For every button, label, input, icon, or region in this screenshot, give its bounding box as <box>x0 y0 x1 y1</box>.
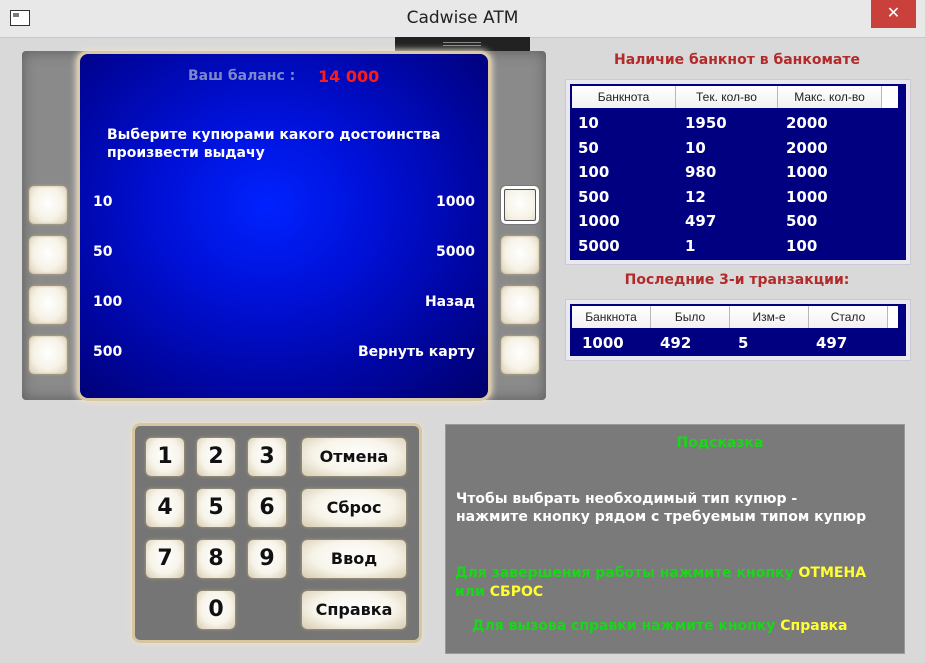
hint-highlight: ОТМЕНА <box>798 565 867 581</box>
side-button-right-2[interactable] <box>501 236 539 274</box>
table-cell: 50 <box>578 139 599 157</box>
side-button-right-4[interactable] <box>501 336 539 374</box>
transactions-table-header: Банкнота Было Изм-е Стало <box>572 306 898 328</box>
table-cell: 2000 <box>786 114 828 132</box>
table-cell: 1000 <box>786 163 828 181</box>
balance-label: Ваш баланс : <box>188 68 296 84</box>
table-cell: 497 <box>816 334 848 352</box>
hint-highlight: СБРОС <box>489 584 544 600</box>
hint-title: Подсказка <box>676 435 764 451</box>
option-1000: 1000 <box>436 194 475 210</box>
table-cell: 100 <box>578 163 610 181</box>
option-return-card: Вернуть карту <box>357 344 475 360</box>
option-100: 100 <box>93 294 123 310</box>
hint-line: нажмите кнопку рядом с требуемым типом к… <box>456 509 867 525</box>
side-button-left-2[interactable] <box>29 236 67 274</box>
table-cell: 500 <box>578 188 610 206</box>
screen-prompt: Выберите купюрами какого достоинства про… <box>107 126 477 162</box>
table-row: 1000 492 5 497 <box>570 334 886 352</box>
table-cell: 2000 <box>786 139 828 157</box>
option-back: Назад <box>424 294 475 310</box>
table-row: 5000 1 100 <box>570 237 881 255</box>
side-button-left-1[interactable] <box>29 186 67 224</box>
table-row: 100 980 1000 <box>570 163 881 181</box>
option-500: 500 <box>93 344 123 360</box>
help-button[interactable]: Справка <box>302 591 406 629</box>
keypad: 1 2 3 4 5 6 7 8 9 0 Отмена Сброс Ввод Сп… <box>135 426 419 640</box>
key-0[interactable]: 0 <box>197 591 235 629</box>
option-50: 50 <box>93 244 113 260</box>
hint-text: или <box>455 584 490 600</box>
side-button-left-4[interactable] <box>29 336 67 374</box>
stock-table-header: Банкнота Тек. кол-во Макс. кол-во <box>572 86 898 108</box>
cancel-button[interactable]: Отмена <box>302 438 406 476</box>
table-cell: 492 <box>660 334 692 352</box>
column-header: Изм-е <box>730 306 809 328</box>
hint-text: Для завершения работы нажмите кнопку <box>455 565 799 581</box>
transactions-title: Последние 3-и транзакции: <box>624 272 850 288</box>
table-cell: 500 <box>786 212 818 230</box>
table-row: 1000 497 500 <box>570 212 881 230</box>
key-8[interactable]: 8 <box>197 540 235 578</box>
table-cell: 5000 <box>578 237 620 255</box>
close-button[interactable]: ✕ <box>871 0 916 28</box>
key-1[interactable]: 1 <box>146 438 184 476</box>
table-cell: 980 <box>685 163 717 181</box>
prompt-line: Выберите купюрами какого достоинства <box>107 127 441 143</box>
table-cell: 497 <box>685 212 717 230</box>
hint-panel: Подсказка Чтобы выбрать необходимый тип … <box>446 425 904 653</box>
atm-window: Cadwise ATM ✕ Ваш баланс : 14 000 Выбери… <box>0 0 925 663</box>
table-row: 10 1950 2000 <box>570 114 881 132</box>
hint-highlight: Справка <box>780 618 848 634</box>
table-cell: 1 <box>685 237 696 255</box>
hint-finish-text: Для завершения работы нажмите кнопку ОТМ… <box>455 564 866 602</box>
side-button-left-3[interactable] <box>29 286 67 324</box>
column-header: Банкнота <box>572 86 676 108</box>
table-cell: 100 <box>786 237 818 255</box>
table-row: 50 10 2000 <box>570 139 881 157</box>
key-5[interactable]: 5 <box>197 489 235 527</box>
title-bar: Cadwise ATM ✕ <box>0 0 925 38</box>
table-cell: 5 <box>738 334 749 352</box>
column-header: Стало <box>809 306 888 328</box>
stock-title: Наличие банкнот в банкомате <box>614 52 860 68</box>
key-4[interactable]: 4 <box>146 489 184 527</box>
column-header: Было <box>651 306 730 328</box>
enter-button[interactable]: Ввод <box>302 540 406 578</box>
table-cell: 1000 <box>578 212 620 230</box>
prompt-line: произвести выдачу <box>107 145 265 161</box>
resize-grip[interactable] <box>395 37 530 51</box>
key-3[interactable]: 3 <box>248 438 286 476</box>
hint-text: Для вызова справки нажмите кнопку <box>472 618 781 634</box>
hint-line: Чтобы выбрать необходимый тип купюр - <box>456 491 798 507</box>
stock-table: Банкнота Тек. кол-во Макс. кол-во 10 195… <box>566 80 910 264</box>
hint-help-text: Для вызова справки нажмите кнопку Справк… <box>472 617 848 636</box>
table-row: 500 12 1000 <box>570 188 881 206</box>
table-cell: 1950 <box>685 114 727 132</box>
window-title: Cadwise ATM <box>406 8 519 28</box>
key-2[interactable]: 2 <box>197 438 235 476</box>
option-10: 10 <box>93 194 113 210</box>
table-cell: 1000 <box>582 334 624 352</box>
transactions-table: Банкнота Было Изм-е Стало 1000 492 5 497 <box>566 300 910 360</box>
table-cell: 10 <box>685 139 706 157</box>
table-cell: 1000 <box>786 188 828 206</box>
key-6[interactable]: 6 <box>248 489 286 527</box>
key-7[interactable]: 7 <box>146 540 184 578</box>
key-9[interactable]: 9 <box>248 540 286 578</box>
reset-button[interactable]: Сброс <box>302 489 406 527</box>
column-header: Тек. кол-во <box>676 86 778 108</box>
balance-value: 14 000 <box>318 67 380 86</box>
option-5000: 5000 <box>436 244 475 260</box>
hint-main-text: Чтобы выбрать необходимый тип купюр - на… <box>456 490 866 526</box>
column-header: Банкнота <box>572 306 651 328</box>
side-button-right-1[interactable] <box>501 186 539 224</box>
side-button-right-3[interactable] <box>501 286 539 324</box>
column-header: Макс. кол-во <box>778 86 882 108</box>
table-cell: 12 <box>685 188 706 206</box>
table-cell: 10 <box>578 114 599 132</box>
